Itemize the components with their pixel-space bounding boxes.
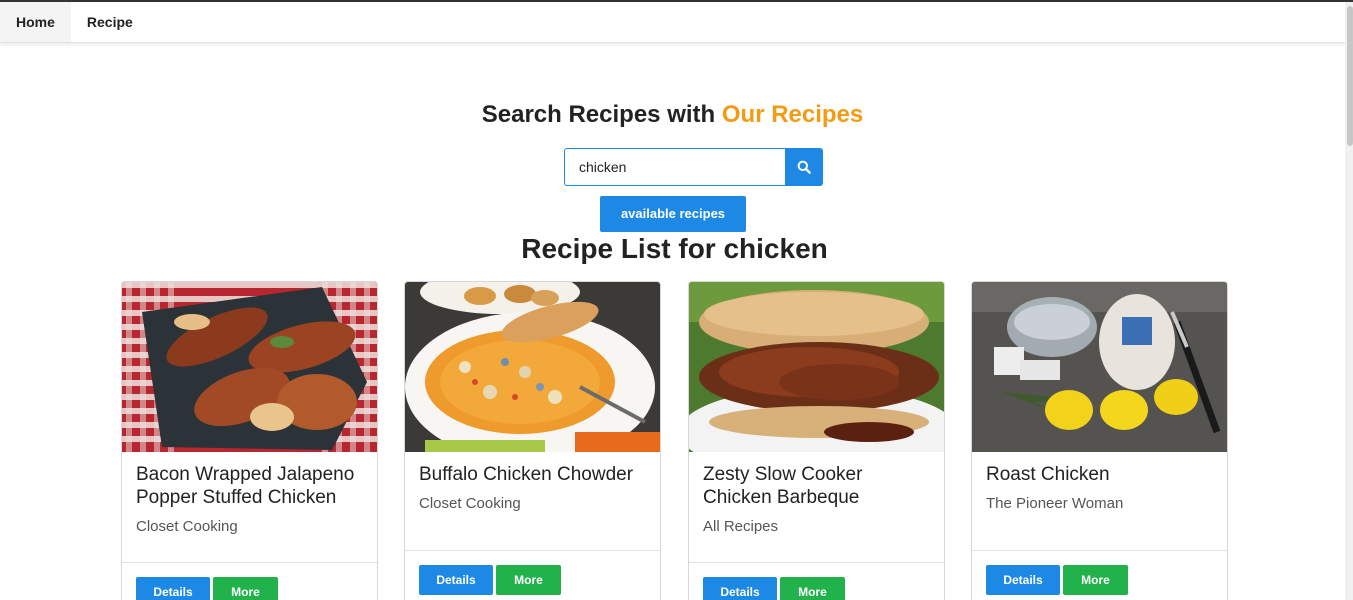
- recipe-card: Roast Chicken The Pioneer Woman Details …: [971, 281, 1228, 600]
- recipe-card: Zesty Slow Cooker Chicken Barbeque All R…: [688, 281, 945, 600]
- recipe-title: Buffalo Chicken Chowder: [419, 464, 634, 485]
- recipe-publisher: Closet Cooking: [419, 495, 521, 512]
- search-bar: [564, 148, 823, 186]
- nav-recipe[interactable]: Recipe: [71, 2, 149, 42]
- card-divider: [122, 562, 377, 563]
- recipe-title: Roast Chicken: [986, 464, 1110, 485]
- card-divider: [972, 550, 1227, 551]
- recipe-title: Zesty Slow Cooker Chicken Barbeque: [703, 464, 863, 508]
- search-icon: [797, 160, 811, 174]
- scrollbar-thumb[interactable]: [1347, 6, 1353, 146]
- search-button[interactable]: [785, 148, 823, 186]
- navbar: Home Recipe: [0, 2, 1345, 43]
- recipe-image: [122, 282, 377, 452]
- recipe-card: Buffalo Chicken Chowder Closet Cooking D…: [404, 281, 661, 600]
- recipe-publisher: All Recipes: [703, 518, 779, 535]
- recipe-card: Bacon Wrapped Jalapeno Popper Stuffed Ch…: [121, 281, 378, 600]
- recipe-image: [972, 282, 1227, 452]
- recipe-title: Bacon Wrapped Jalapeno Popper Stuffed Ch…: [136, 464, 355, 508]
- card-divider: [405, 550, 660, 551]
- nav-home[interactable]: Home: [0, 2, 71, 42]
- recipe-image: [689, 282, 944, 452]
- heading-prefix: Search Recipes with: [481, 101, 716, 128]
- details-button[interactable]: Details: [703, 577, 777, 600]
- more-button[interactable]: More: [780, 577, 845, 600]
- more-button[interactable]: More: [213, 577, 278, 600]
- details-button[interactable]: Details: [136, 577, 210, 600]
- more-button[interactable]: More: [1063, 565, 1128, 595]
- search-input[interactable]: [564, 148, 785, 186]
- recipe-list-title: Recipe List for chicken: [521, 233, 828, 264]
- recipe-publisher: Closet Cooking: [136, 518, 238, 535]
- search-heading: Search Recipes with Our Recipes: [0, 101, 1345, 129]
- recipe-image: [405, 282, 660, 452]
- available-recipes-button[interactable]: available recipes: [600, 196, 746, 232]
- details-button[interactable]: Details: [419, 565, 493, 595]
- recipe-publisher: The Pioneer Woman: [986, 495, 1124, 512]
- card-divider: [689, 562, 944, 563]
- more-button[interactable]: More: [496, 565, 561, 595]
- page-scrollbar[interactable]: [1345, 2, 1353, 600]
- details-button[interactable]: Details: [986, 565, 1060, 595]
- heading-accent: Our Recipes: [721, 101, 864, 128]
